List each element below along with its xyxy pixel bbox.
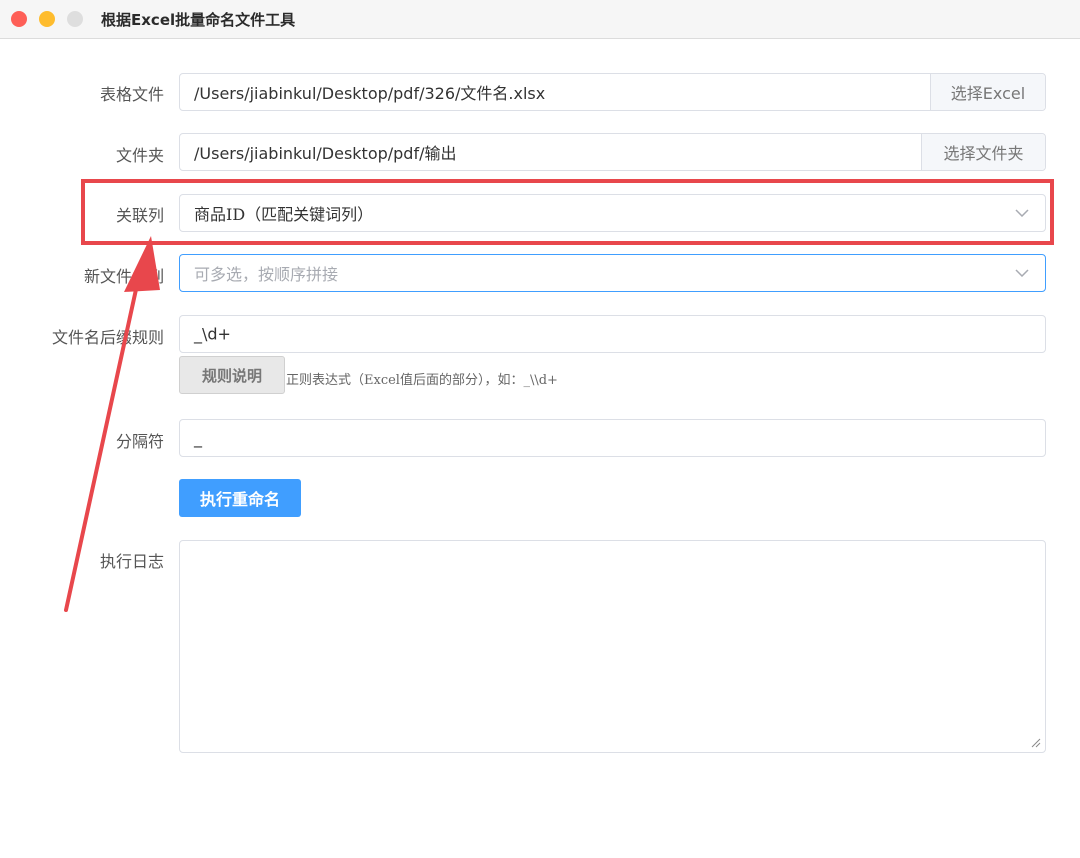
suffix-rule-label: 文件名后缀规则 — [51, 328, 164, 347]
maximize-window-button[interactable] — [67, 11, 83, 27]
suffix-rule-value: _\d+ — [194, 324, 231, 344]
highlight-box — [81, 179, 1054, 245]
close-window-button[interactable] — [11, 11, 27, 27]
choose-folder-button[interactable]: 选择文件夹 — [921, 134, 1045, 170]
minimize-window-button[interactable] — [39, 11, 55, 27]
separator-input[interactable]: _ — [179, 419, 1046, 457]
log-textarea[interactable] — [179, 540, 1046, 753]
separator-label: 分隔符 — [115, 432, 164, 451]
suffix-rule-hint: 正则表达式（Excel值后面的部分），如：_\\d+ — [286, 373, 558, 388]
folder-path: /Users/jiabinkul/Desktop/pdf/输出 — [194, 144, 457, 163]
new-name-columns-select[interactable]: 可多选，按顺序拼接 — [179, 254, 1046, 292]
resize-grip-icon[interactable] — [1031, 738, 1041, 748]
suffix-rule-input[interactable]: _\d+ — [179, 315, 1046, 353]
chevron-down-icon — [1015, 269, 1029, 277]
new-name-columns-label: 新文件名列 — [83, 267, 164, 286]
choose-excel-button[interactable]: 选择Excel — [930, 74, 1045, 110]
folder-label: 文件夹 — [115, 146, 164, 165]
run-rename-button[interactable]: 执行重命名 — [179, 479, 301, 517]
window-titlebar: 根据Excel批量命名文件工具 — [0, 0, 1080, 39]
separator-value: _ — [194, 428, 202, 448]
new-name-columns-placeholder: 可多选，按顺序拼接 — [194, 265, 339, 284]
excel-file-input[interactable]: /Users/jiabinkul/Desktop/pdf/326/文件名.xls… — [179, 73, 1046, 111]
log-label: 执行日志 — [99, 552, 164, 571]
folder-input[interactable]: /Users/jiabinkul/Desktop/pdf/输出 选择文件夹 — [179, 133, 1046, 171]
excel-file-label: 表格文件 — [99, 85, 164, 104]
excel-file-path: /Users/jiabinkul/Desktop/pdf/326/文件名.xls… — [194, 84, 546, 103]
rule-help-button[interactable]: 规则说明 — [179, 356, 285, 394]
window-title: 根据Excel批量命名文件工具 — [101, 11, 296, 29]
